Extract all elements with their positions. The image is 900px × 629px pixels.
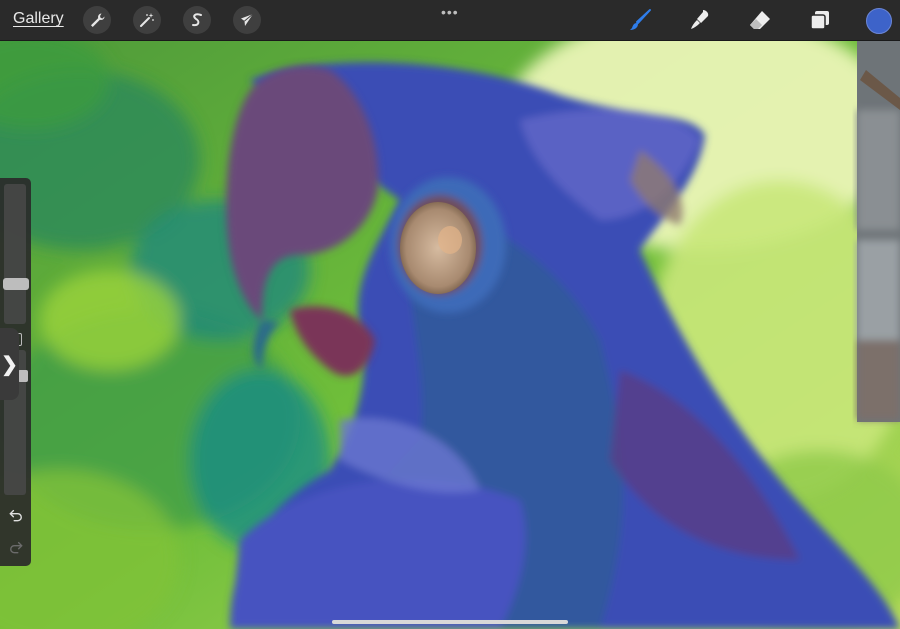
undo-icon <box>9 509 22 522</box>
actions-button[interactable] <box>83 6 111 34</box>
magic-wand-icon <box>140 13 154 27</box>
drawing-canvas[interactable] <box>0 40 900 629</box>
wrench-icon <box>91 13 105 27</box>
brush-size-slider[interactable] <box>4 184 26 324</box>
arrow-cursor-icon <box>241 13 254 26</box>
layers-icon <box>810 11 829 30</box>
top-toolbar: Gallery ••• <box>0 0 900 41</box>
selection-button[interactable] <box>183 6 211 34</box>
sidebar-toggle-button[interactable]: ❯ <box>0 328 19 400</box>
undo-button[interactable] <box>7 506 25 524</box>
redo-button[interactable] <box>7 538 25 556</box>
brush-tool-button[interactable] <box>627 7 653 33</box>
brush-size-handle[interactable] <box>3 278 29 290</box>
gallery-button[interactable]: Gallery <box>13 10 64 28</box>
redo-icon <box>10 541 23 554</box>
eraser-tool-button[interactable] <box>747 7 773 33</box>
parrot-painting <box>0 40 900 629</box>
adjustments-button[interactable] <box>133 6 161 34</box>
transform-button[interactable] <box>233 6 261 34</box>
brush-opacity-handle[interactable] <box>18 370 28 382</box>
more-options-button[interactable]: ••• <box>441 4 459 20</box>
layers-button[interactable] <box>807 7 833 33</box>
selection-s-icon <box>192 13 202 27</box>
smudge-tool-button[interactable] <box>687 7 713 33</box>
paintbrush-icon <box>630 9 651 30</box>
color-picker-button[interactable] <box>866 8 892 34</box>
home-indicator[interactable] <box>332 620 568 624</box>
eraser-icon <box>750 11 770 29</box>
smudge-finger-icon <box>691 10 709 29</box>
